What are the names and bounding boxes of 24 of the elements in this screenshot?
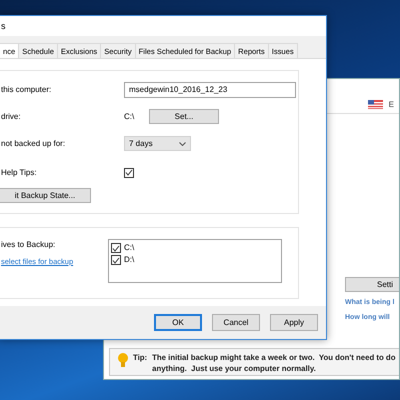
drive-label: D:\ bbox=[124, 254, 134, 266]
settings-button[interactable]: Setti bbox=[345, 277, 399, 292]
drive-label: drive: bbox=[0, 110, 22, 122]
dialog-button[interactable]: Cancel bbox=[212, 314, 260, 331]
window-title: s bbox=[1, 21, 6, 31]
lightbulb-icon bbox=[118, 352, 128, 368]
help-tips-label: Help Tips: bbox=[0, 166, 38, 178]
period-dropdown[interactable]: 7 days bbox=[124, 136, 191, 151]
drive-label: C:\ bbox=[124, 242, 134, 254]
chevron-down-icon bbox=[179, 142, 186, 146]
drive-value: C:\ bbox=[124, 110, 136, 122]
dialog-button[interactable]: OK bbox=[154, 314, 202, 331]
drive-checkbox[interactable] bbox=[111, 255, 121, 265]
language-label[interactable]: E bbox=[388, 98, 394, 110]
help-tips-checkbox[interactable] bbox=[124, 168, 134, 178]
drive-checkbox[interactable] bbox=[111, 243, 121, 253]
reset-backup-state-button[interactable]: it Backup State... bbox=[0, 188, 91, 203]
set-button[interactable]: Set... bbox=[149, 109, 219, 124]
flag-icon[interactable] bbox=[368, 100, 383, 109]
computer-name-field[interactable]: msedgewin10_2016_12_23 bbox=[124, 82, 296, 98]
drives-label: ives to Backup: bbox=[1, 239, 56, 251]
warning-period-label: not backed up for: bbox=[0, 138, 66, 150]
computer-name-label: this computer: bbox=[0, 84, 52, 96]
dialog-button[interactable]: Apply bbox=[270, 314, 318, 331]
